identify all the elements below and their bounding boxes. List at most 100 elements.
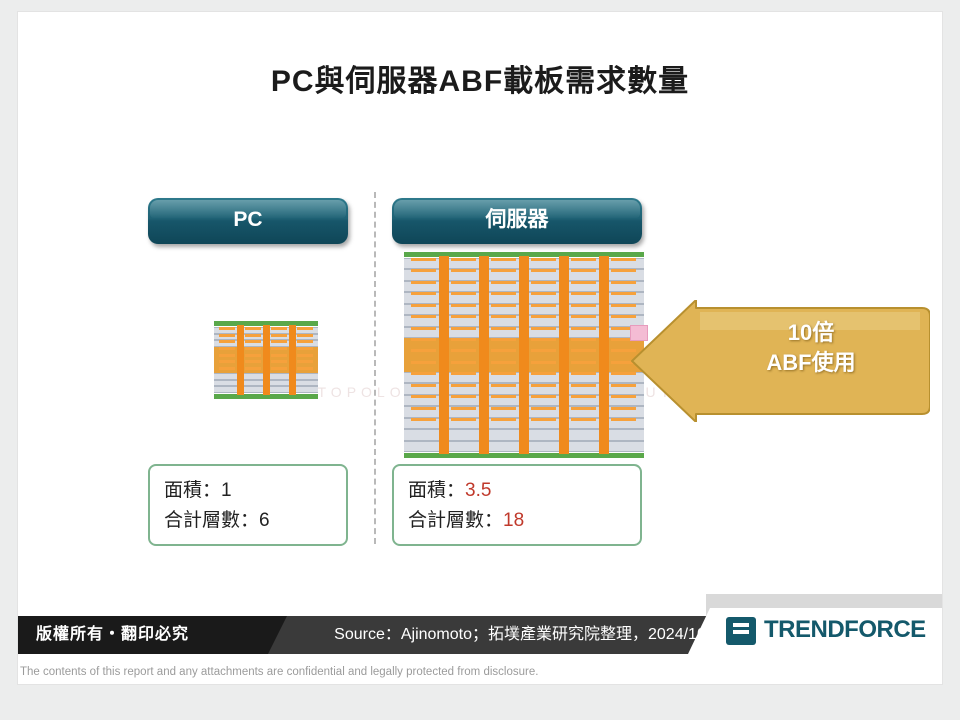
copper-pad bbox=[411, 406, 436, 410]
copper-pad bbox=[411, 280, 436, 284]
callout-text: 10倍 ABF使用 bbox=[700, 318, 922, 378]
copper-pad bbox=[451, 303, 476, 307]
page-title: PC與伺服器ABF載板需求數量 bbox=[270, 65, 690, 98]
copper-pad bbox=[218, 333, 235, 337]
trendforce-wordmark: TRENDFORCE bbox=[764, 616, 926, 643]
substrate-diagram-server bbox=[404, 252, 644, 458]
copper-pad bbox=[611, 280, 636, 284]
copper-pad bbox=[270, 340, 287, 344]
copper-pad bbox=[531, 418, 556, 421]
copper-pad bbox=[270, 327, 287, 330]
copper-pad bbox=[296, 340, 313, 344]
info-server-layers-value: 18 bbox=[503, 510, 525, 531]
copper-pad bbox=[218, 347, 235, 350]
copper-pad bbox=[491, 258, 516, 261]
trendforce-logo: TRENDFORCE bbox=[688, 608, 942, 654]
footer-disclaimer: The contents of this report and any atta… bbox=[20, 666, 539, 678]
plated-via bbox=[262, 325, 270, 395]
copper-pad bbox=[571, 360, 596, 364]
copper-pad bbox=[451, 383, 476, 387]
copper-pad bbox=[411, 418, 436, 421]
plated-via bbox=[288, 325, 296, 395]
callout-line-2: ABF使用 bbox=[766, 350, 856, 375]
copper-pad bbox=[491, 395, 516, 399]
copper-pad bbox=[571, 326, 596, 330]
info-pc-area-value: 1 bbox=[221, 480, 232, 501]
copper-pad bbox=[244, 360, 261, 364]
copper-pad bbox=[451, 406, 476, 410]
info-box-pc: 面積：1 合計層數：6 bbox=[148, 464, 348, 546]
copper-pad bbox=[491, 303, 516, 307]
column-header-server-label: 伺服器 bbox=[485, 208, 549, 231]
copper-pad bbox=[491, 406, 516, 410]
copper-pad bbox=[244, 340, 261, 344]
copper-pad bbox=[491, 418, 516, 421]
plated-via bbox=[599, 256, 609, 454]
copper-pad bbox=[451, 258, 476, 261]
copper-pad bbox=[411, 258, 436, 261]
copper-pad bbox=[531, 360, 556, 364]
copper-pad bbox=[451, 269, 476, 273]
copper-pad bbox=[531, 338, 556, 341]
copper-pad bbox=[491, 326, 516, 330]
copper-pad bbox=[411, 360, 436, 364]
copper-pad bbox=[571, 292, 596, 296]
copper-pad bbox=[531, 349, 556, 353]
callout-arrow: 10倍 ABF使用 bbox=[630, 300, 930, 422]
copper-pad bbox=[218, 367, 235, 370]
copper-pad bbox=[411, 315, 436, 319]
copper-pad bbox=[218, 353, 235, 357]
copper-pad bbox=[531, 372, 556, 376]
copper-pad bbox=[531, 303, 556, 307]
copper-pad bbox=[411, 326, 436, 330]
info-server-layers-label: 合計層數： bbox=[408, 510, 504, 531]
copper-pad bbox=[531, 292, 556, 296]
info-pc-area-label: 面積： bbox=[164, 480, 222, 501]
column-header-pc: PC bbox=[148, 198, 348, 244]
copper-pad bbox=[451, 372, 476, 376]
copper-pad bbox=[611, 269, 636, 273]
copper-pad bbox=[451, 360, 476, 364]
info-pc-area-row: 面積：1 bbox=[164, 476, 346, 506]
copper-pad bbox=[531, 406, 556, 410]
copper-pad bbox=[571, 418, 596, 421]
copper-pad bbox=[411, 395, 436, 399]
copper-pad bbox=[244, 333, 261, 337]
copper-pad bbox=[411, 338, 436, 341]
copper-pad bbox=[296, 347, 313, 350]
substrate-diagram-pc bbox=[214, 321, 318, 399]
copper-pad bbox=[296, 360, 313, 364]
callout-line-1: 10倍 bbox=[787, 320, 835, 345]
trendforce-mark-icon bbox=[726, 617, 756, 645]
copper-pad bbox=[491, 338, 516, 341]
copper-pad bbox=[491, 315, 516, 319]
copper-pad bbox=[451, 326, 476, 330]
column-header-server: 伺服器 bbox=[392, 198, 642, 244]
info-pc-layers-value: 6 bbox=[259, 510, 270, 531]
copper-pad bbox=[531, 280, 556, 284]
copper-pad bbox=[244, 347, 261, 350]
copper-pad bbox=[491, 349, 516, 353]
plated-via bbox=[236, 325, 244, 395]
plated-via bbox=[559, 256, 569, 454]
copper-pad bbox=[451, 315, 476, 319]
info-pc-layers-label: 合計層數： bbox=[164, 510, 260, 531]
copper-pad bbox=[531, 315, 556, 319]
column-header-pc-label: PC bbox=[233, 208, 263, 231]
info-server-layers-row: 合計層數：18 bbox=[408, 506, 640, 536]
copper-pad bbox=[611, 292, 636, 296]
copper-pad bbox=[611, 258, 636, 261]
copper-pad bbox=[244, 367, 261, 370]
copper-pad bbox=[411, 349, 436, 353]
copper-pad bbox=[531, 395, 556, 399]
info-pc-layers-row: 合計層數：6 bbox=[164, 506, 346, 536]
copper-pad bbox=[244, 353, 261, 357]
copper-pad bbox=[411, 383, 436, 387]
copper-pad bbox=[411, 292, 436, 296]
copper-pad bbox=[491, 269, 516, 273]
copper-pad bbox=[531, 258, 556, 261]
copper-pad bbox=[571, 258, 596, 261]
info-server-area-row: 面積：3.5 bbox=[408, 476, 640, 506]
copper-pad bbox=[270, 333, 287, 337]
plated-via bbox=[479, 256, 489, 454]
